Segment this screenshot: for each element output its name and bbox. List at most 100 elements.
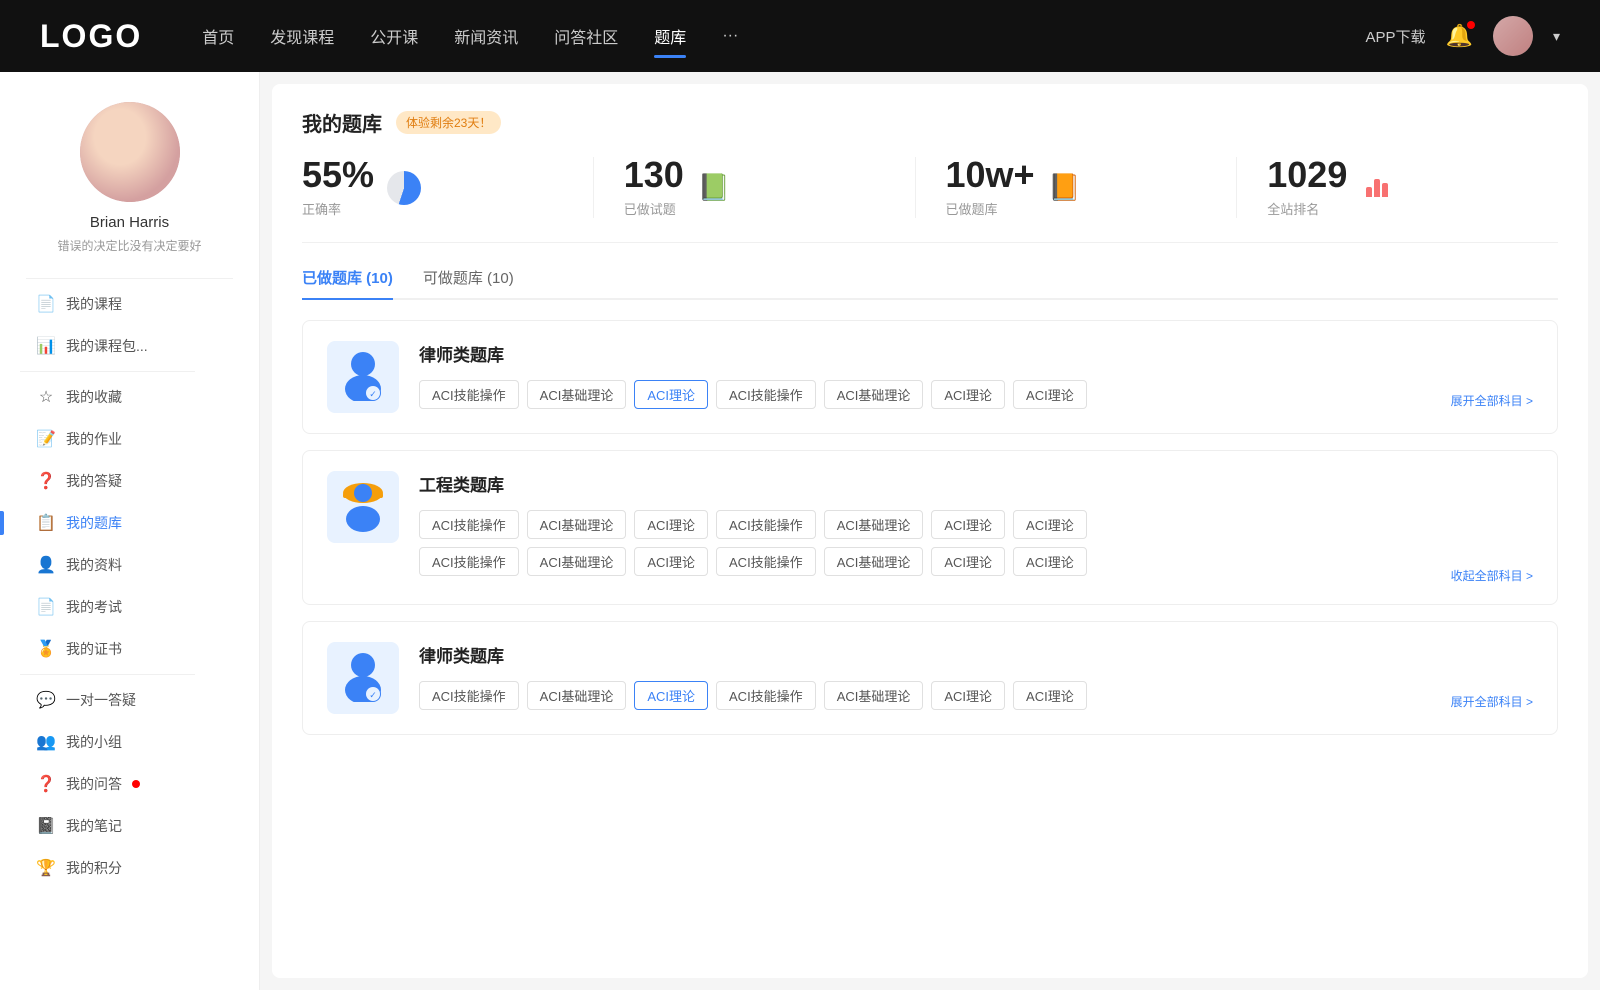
nav-links: 首页 发现课程 公开课 新闻资讯 问答社区 题库 ···	[202, 20, 1325, 52]
sidebar-item-certificate[interactable]: 🏅 我的证书	[20, 628, 239, 670]
tag-aci-basic-1[interactable]: ACI基础理论	[527, 380, 627, 409]
tag-aci-basic-2[interactable]: ACI基础理论	[824, 380, 924, 409]
law2-tag-3[interactable]: ACI理论	[634, 681, 708, 710]
eng-tag-7[interactable]: ACI理论	[1013, 510, 1087, 539]
user-avatar[interactable]	[1493, 16, 1533, 56]
notes-icon: 📓	[36, 816, 56, 836]
nav-qa[interactable]: 问答社区	[554, 20, 618, 52]
eng-tag-8[interactable]: ACI技能操作	[419, 547, 519, 576]
notification-bell-button[interactable]: 🔔	[1446, 23, 1473, 49]
eng-tag-13[interactable]: ACI理论	[931, 547, 1005, 576]
sidebar-divider-top	[26, 278, 233, 279]
qbank-card-lawyer-2: ✓ 律师类题库 ACI技能操作 ACI基础理论 ACI理论 ACI技能操作 AC…	[302, 621, 1558, 735]
eng-tag-12[interactable]: ACI基础理论	[824, 547, 924, 576]
logo: LOGO	[40, 18, 142, 55]
sidebar-item-profile[interactable]: 👤 我的资料	[20, 544, 239, 586]
eng-tag-5[interactable]: ACI基础理论	[824, 510, 924, 539]
sidebar-label-my-qa: 我的问答	[66, 774, 122, 794]
app-download-button[interactable]: APP下载	[1366, 26, 1426, 47]
question-icon: ❓	[36, 471, 56, 491]
expand-button-1[interactable]: 展开全部科目 >	[1451, 392, 1533, 409]
sidebar-item-homework[interactable]: 📝 我的作业	[20, 418, 239, 460]
trial-badge: 体验剩余23天！	[396, 111, 501, 134]
sidebar-item-qbank[interactable]: 📋 我的题库	[20, 502, 239, 544]
avatar-image	[1493, 16, 1533, 56]
nav-right: APP下载 🔔 ▾	[1366, 16, 1560, 56]
sidebar-label-group: 我的小组	[66, 732, 122, 752]
eng-tag-3[interactable]: ACI理论	[634, 510, 708, 539]
sidebar-item-notes[interactable]: 📓 我的笔记	[20, 805, 239, 847]
page-header: 我的题库 体验剩余23天！	[302, 108, 1558, 137]
sidebar-item-exam[interactable]: 📄 我的考试	[20, 586, 239, 628]
sidebar-item-course-package[interactable]: 📊 我的课程包...	[20, 325, 239, 367]
nav-open-course[interactable]: 公开课	[370, 20, 418, 52]
stat-accuracy-label: 正确率	[302, 199, 374, 218]
stat-ranking: 1029 全站排名	[1237, 157, 1558, 218]
qbank-card-2-content: 工程类题库 ACI技能操作 ACI基础理论 ACI理论 ACI技能操作 ACI基…	[419, 471, 1533, 584]
expand-button-3[interactable]: 展开全部科目 >	[1451, 693, 1533, 710]
group-icon: 👥	[36, 732, 56, 752]
qbank-card-3-content: 律师类题库 ACI技能操作 ACI基础理论 ACI理论 ACI技能操作 ACI基…	[419, 642, 1533, 710]
law2-tag-1[interactable]: ACI技能操作	[419, 681, 519, 710]
sidebar-label-profile: 我的资料	[66, 555, 122, 575]
chat-icon: 💬	[36, 690, 56, 710]
nav-home[interactable]: 首页	[202, 20, 234, 52]
eng-tag-11[interactable]: ACI技能操作	[716, 547, 816, 576]
law2-tag-4[interactable]: ACI技能操作	[716, 681, 816, 710]
law2-tag-6[interactable]: ACI理论	[931, 681, 1005, 710]
eng-tag-2[interactable]: ACI基础理论	[527, 510, 627, 539]
tag-aci-theory-3[interactable]: ACI理论	[1013, 380, 1087, 409]
qbank-icon-engineer	[327, 471, 399, 543]
law2-tag-5[interactable]: ACI基础理论	[824, 681, 924, 710]
sidebar-label-points: 我的积分	[66, 858, 122, 878]
tab-done-banks[interactable]: 已做题库 (10)	[302, 267, 393, 298]
eng-tag-10[interactable]: ACI理论	[634, 547, 708, 576]
lawyer-svg-icon-2: ✓	[340, 652, 386, 702]
sidebar-menu: 📄 我的课程 📊 我的课程包... ☆ 我的收藏 📝 我的作业 ❓ 我的答疑 �	[0, 283, 259, 889]
eng-tag-14[interactable]: ACI理论	[1013, 547, 1087, 576]
nav-more[interactable]: ···	[722, 23, 738, 49]
eng-tag-1[interactable]: ACI技能操作	[419, 510, 519, 539]
sidebar-item-one-on-one[interactable]: 💬 一对一答疑	[20, 679, 239, 721]
law2-tag-7[interactable]: ACI理论	[1013, 681, 1087, 710]
content-area: 我的题库 体验剩余23天！ 55% 正确率 130 已	[260, 72, 1600, 990]
eng-tag-4[interactable]: ACI技能操作	[716, 510, 816, 539]
stat-done-banks-value: 10w+	[946, 157, 1035, 193]
course-icon: 📄	[36, 294, 56, 314]
qbank-card-1-name: 律师类题库	[419, 341, 1533, 366]
lawyer-svg-icon: ✓	[340, 351, 386, 401]
my-qa-icon: ❓	[36, 774, 56, 794]
sidebar-item-points[interactable]: 🏆 我的积分	[20, 847, 239, 889]
sidebar-item-qa[interactable]: ❓ 我的答疑	[20, 460, 239, 502]
sidebar-divider-2	[20, 674, 195, 675]
stat-done-questions-label: 已做试题	[624, 199, 684, 218]
qbank-card-2-tags-row1: ACI技能操作 ACI基础理论 ACI理论 ACI技能操作 ACI基础理论 AC…	[419, 510, 1533, 539]
tag-aci-skill-1[interactable]: ACI技能操作	[419, 380, 519, 409]
nav-news[interactable]: 新闻资讯	[454, 20, 518, 52]
user-menu-chevron[interactable]: ▾	[1553, 28, 1560, 45]
collapse-button-2[interactable]: 收起全部科目 >	[1451, 567, 1533, 584]
stats-row: 55% 正确率 130 已做试题 📗	[302, 157, 1558, 243]
nav-qbank[interactable]: 题库	[654, 20, 686, 52]
sidebar-item-favorites[interactable]: ☆ 我的收藏	[20, 376, 239, 418]
tag-aci-theory-1[interactable]: ACI理论	[634, 380, 708, 409]
law2-tag-2[interactable]: ACI基础理论	[527, 681, 627, 710]
qbank-card-3-name: 律师类题库	[419, 642, 1533, 667]
tab-todo-banks[interactable]: 可做题库 (10)	[423, 267, 514, 298]
main-layout: Brian Harris 错误的决定比没有决定要好 📄 我的课程 📊 我的课程包…	[0, 72, 1600, 990]
qbank-card-2-tags-row2: ACI技能操作 ACI基础理论 ACI理论 ACI技能操作 ACI基础理论 AC…	[419, 547, 1087, 576]
tag-aci-theory-2[interactable]: ACI理论	[931, 380, 1005, 409]
sidebar-item-group[interactable]: 👥 我的小组	[20, 721, 239, 763]
sidebar-motto: 错误的决定比没有决定要好	[57, 237, 201, 254]
sidebar-item-my-qa[interactable]: ❓ 我的问答	[20, 763, 239, 805]
tag-aci-skill-2[interactable]: ACI技能操作	[716, 380, 816, 409]
stat-ranking-value: 1029	[1267, 157, 1347, 193]
nav-discover[interactable]: 发现课程	[270, 20, 334, 52]
sidebar-label-homework: 我的作业	[66, 429, 122, 449]
qa-badge	[132, 780, 140, 788]
sidebar-item-my-course[interactable]: 📄 我的课程	[20, 283, 239, 325]
eng-tag-6[interactable]: ACI理论	[931, 510, 1005, 539]
homework-icon: 📝	[36, 429, 56, 449]
eng-tag-9[interactable]: ACI基础理论	[527, 547, 627, 576]
qbank-icon-lawyer-1: ✓	[327, 341, 399, 413]
